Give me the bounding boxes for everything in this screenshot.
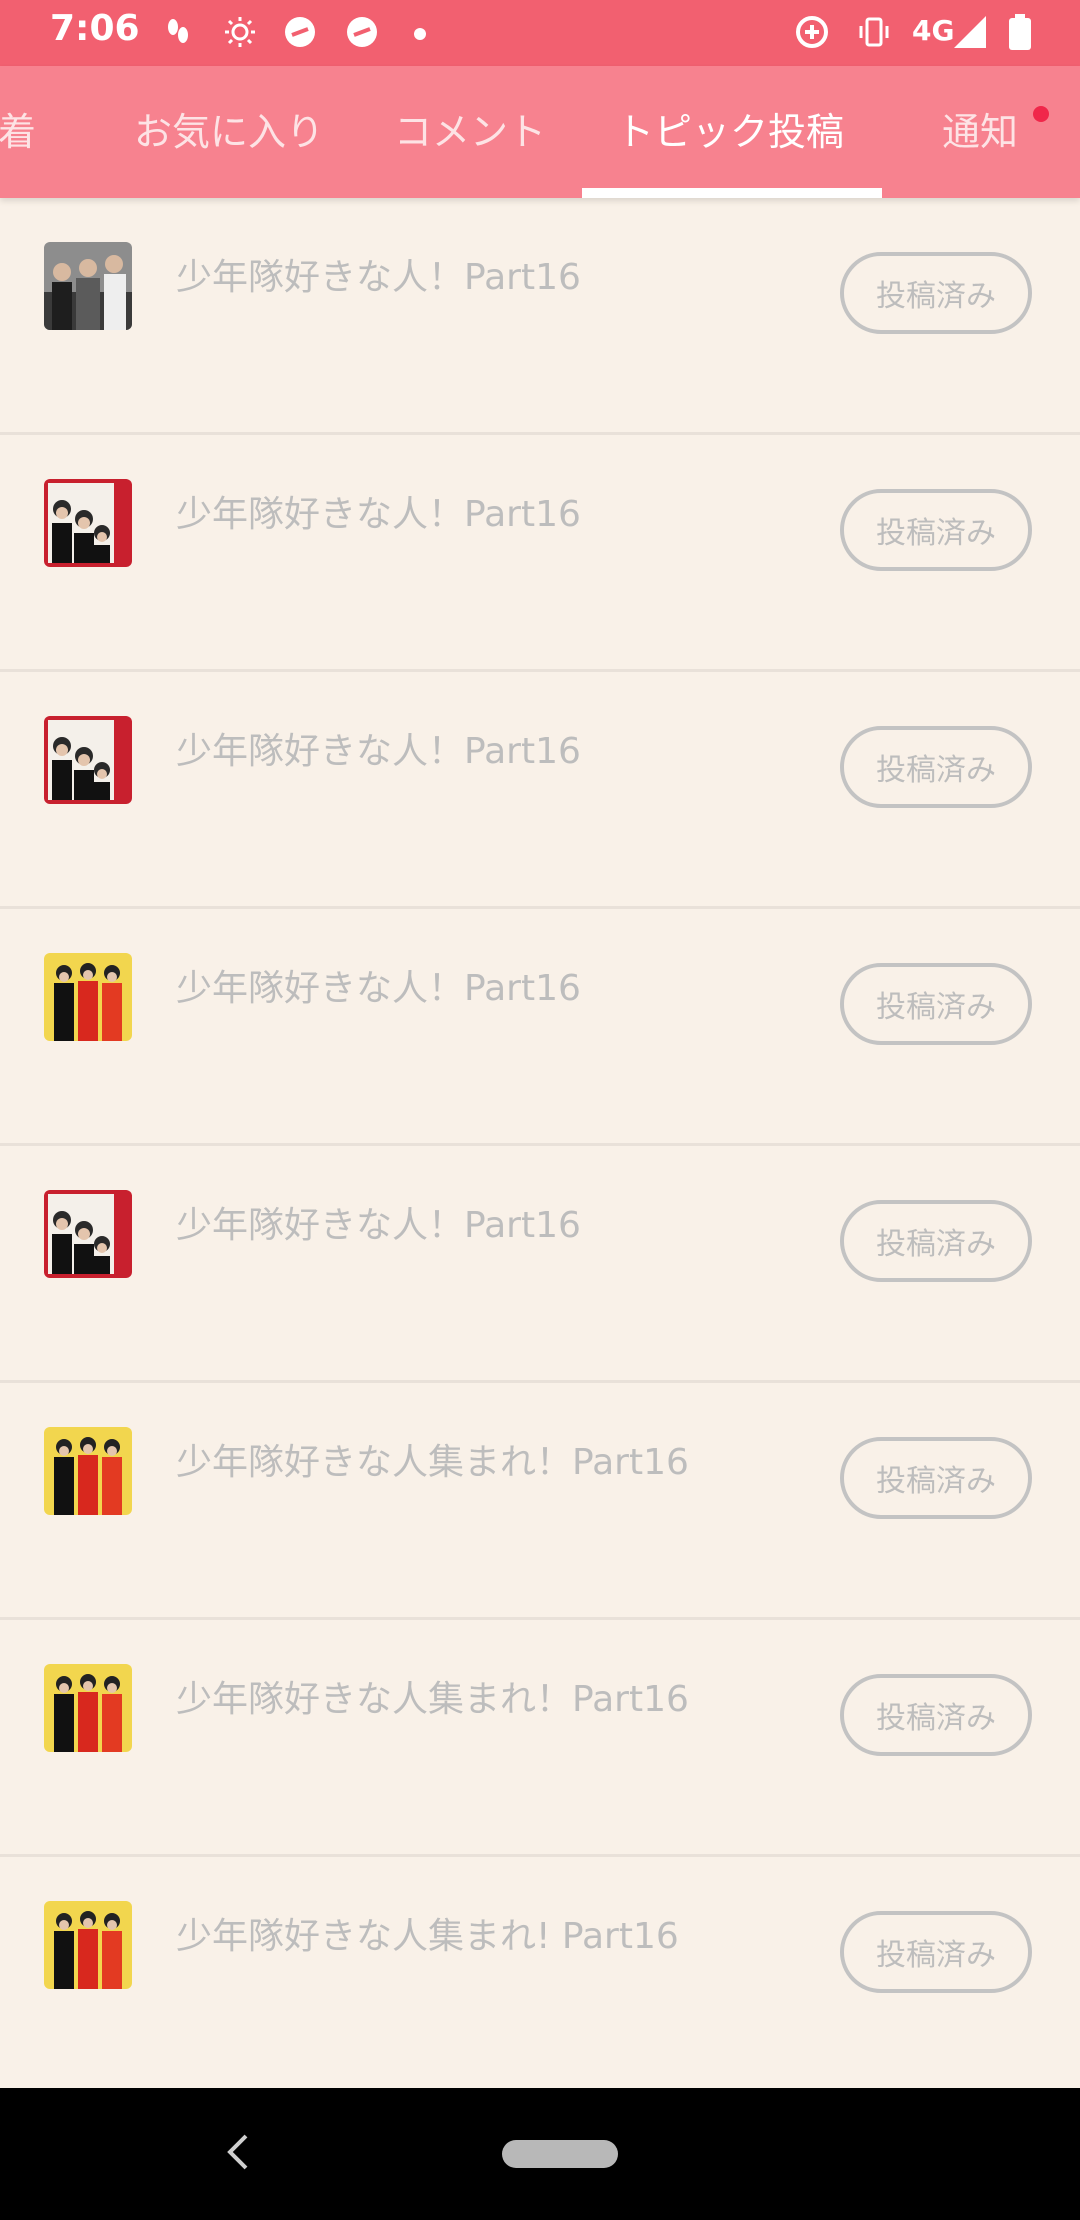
- data-saver-icon: [794, 14, 830, 50]
- active-tab-indicator: [582, 188, 882, 198]
- posted-button[interactable]: 投稿済み: [840, 1437, 1032, 1519]
- posted-button[interactable]: 投稿済み: [840, 1200, 1032, 1282]
- topic-thumbnail: [44, 479, 132, 567]
- topic-title: 少年隊好きな人！Part16: [176, 257, 581, 298]
- brightness-icon: [222, 14, 258, 50]
- yellow-red-group-photo-icon: [44, 1901, 132, 1989]
- topic-thumbnail: [44, 1427, 132, 1515]
- topic-thumbnail: [44, 1664, 132, 1752]
- topic-post-list: 少年隊好きな人！Part16 投稿済み 少年隊好きな人！Part16 投稿済み: [0, 198, 1080, 2091]
- tab-new[interactable]: 着: [0, 66, 36, 198]
- posted-button[interactable]: 投稿済み: [840, 1674, 1032, 1756]
- network-type: 4G: [912, 14, 955, 47]
- backstage-pass-photo-icon: [44, 479, 132, 567]
- status-time: 7:06: [50, 8, 140, 49]
- tab-notifications[interactable]: 通知: [942, 66, 1018, 198]
- app-badge-icon: [344, 14, 380, 50]
- topic-thumbnail: [44, 242, 132, 330]
- topic-title: 少年隊好きな人！Part16: [176, 1205, 581, 1246]
- list-item[interactable]: 少年隊好きな人！Part16 投稿済み: [0, 1146, 1080, 1383]
- topic-thumbnail: [44, 1190, 132, 1278]
- topic-title: 少年隊好きな人！Part16: [176, 494, 581, 535]
- topic-thumbnail: [44, 953, 132, 1041]
- status-bar: 7:06 4G: [0, 0, 1080, 66]
- backstage-pass-photo-icon: [44, 1190, 132, 1278]
- posted-button[interactable]: 投稿済み: [840, 1911, 1032, 1993]
- list-item[interactable]: 少年隊好きな人集まれ！Part16 投稿済み: [0, 1620, 1080, 1857]
- list-item[interactable]: 少年隊好きな人集まれ! Part16 投稿済み: [0, 1857, 1080, 2091]
- topic-title: 少年隊好きな人！Part16: [176, 968, 581, 1009]
- topic-title: 少年隊好きな人集まれ！Part16: [176, 1442, 689, 1483]
- tab-favorites[interactable]: お気に入り: [134, 66, 324, 198]
- posted-button[interactable]: 投稿済み: [840, 252, 1032, 334]
- notification-badge: [1033, 106, 1049, 122]
- vibrate-icon: [856, 14, 892, 50]
- topic-title: 少年隊好きな人！Part16: [176, 731, 581, 772]
- footprints-icon: [160, 14, 196, 50]
- list-item[interactable]: 少年隊好きな人！Part16 投稿済み: [0, 672, 1080, 909]
- posted-button[interactable]: 投稿済み: [840, 726, 1032, 808]
- signal-icon: [952, 14, 988, 50]
- posted-button[interactable]: 投稿済み: [840, 963, 1032, 1045]
- back-icon[interactable]: [222, 2128, 254, 2180]
- list-item[interactable]: 少年隊好きな人！Part16 投稿済み: [0, 435, 1080, 672]
- notification-dot-icon: [414, 28, 426, 40]
- system-navigation-bar: [0, 2088, 1080, 2220]
- posted-button[interactable]: 投稿済み: [840, 489, 1032, 571]
- topic-thumbnail: [44, 716, 132, 804]
- topic-title: 少年隊好きな人集まれ！Part16: [176, 1679, 689, 1720]
- app-badge-icon: [282, 14, 318, 50]
- list-item[interactable]: 少年隊好きな人！Part16 投稿済み: [0, 909, 1080, 1146]
- topic-title: 少年隊好きな人集まれ! Part16: [176, 1916, 679, 1957]
- backstage-pass-photo-icon: [44, 716, 132, 804]
- tab-topic-posts[interactable]: トピック投稿: [616, 66, 844, 198]
- yellow-red-group-photo-icon: [44, 1664, 132, 1752]
- tab-comments[interactable]: コメント: [394, 66, 546, 198]
- list-item[interactable]: 少年隊好きな人！Part16 投稿済み: [0, 198, 1080, 435]
- topic-thumbnail: [44, 1901, 132, 1989]
- list-item[interactable]: 少年隊好きな人集まれ！Part16 投稿済み: [0, 1383, 1080, 1620]
- yellow-red-group-photo-icon: [44, 1427, 132, 1515]
- dark-group-photo-icon: [44, 242, 132, 330]
- yellow-red-group-photo-icon: [44, 953, 132, 1041]
- tab-bar: 着 お気に入り コメント トピック投稿 通知: [0, 66, 1080, 198]
- home-pill[interactable]: [502, 2140, 618, 2168]
- battery-icon: [1002, 14, 1038, 50]
